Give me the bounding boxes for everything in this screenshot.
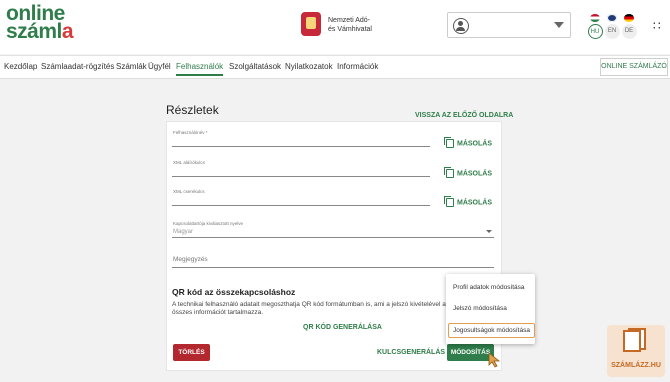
- flag-hu-icon: [590, 14, 600, 22]
- modify-button[interactable]: MÓDOSÍTÁS: [447, 344, 494, 361]
- document-icon: [623, 330, 641, 352]
- key-generate-button[interactable]: KULCSGENERÁLÁS: [377, 349, 445, 356]
- delete-button[interactable]: TÖRLÉS: [173, 344, 210, 361]
- lang-de[interactable]: DE: [619, 14, 639, 39]
- menu-item-nyilatkozatok[interactable]: Nyilatkozatok: [285, 62, 333, 71]
- menu-item-szamlaadat[interactable]: Számlaadat-rögzítés: [41, 62, 114, 71]
- modify-dropdown-menu: Profil adatok módosítása Jelszó módosítá…: [446, 274, 535, 344]
- copy-username-button[interactable]: MÁSOLÁS: [444, 137, 492, 148]
- qr-section-title: QR kód az összekapcsoláshoz: [172, 287, 296, 297]
- copy-xml-replace-button[interactable]: MÁSOLÁS: [444, 196, 492, 207]
- menu-item-permissions-edit[interactable]: Jogosultságok módosítása: [448, 323, 535, 338]
- menu-item-password-edit[interactable]: Jelszó módosítása: [453, 305, 507, 312]
- mouse-cursor-icon: [488, 352, 501, 368]
- back-link[interactable]: VISSZA AZ ELŐZŐ OLDALRA: [415, 112, 513, 119]
- menu-item-kezdolap[interactable]: Kezdőlap: [4, 62, 37, 71]
- language-select[interactable]: Kapcsolattartója kiválasztott nyelve Mag…: [172, 221, 494, 238]
- szamlazz-badge: SZÁMLÁZZ.HU: [607, 325, 665, 377]
- nav-crest-icon: [301, 12, 321, 36]
- menu-item-felhasznalok[interactable]: Felhasználók: [176, 62, 224, 76]
- menu-item-informaciok[interactable]: Információk: [337, 62, 378, 71]
- chevron-down-icon: [486, 230, 492, 233]
- page-title: Részletek: [166, 103, 219, 117]
- copy-xml-sign-button[interactable]: MÁSOLÁS: [444, 167, 492, 178]
- copy-icon: [444, 196, 454, 207]
- flag-en-icon: [607, 14, 617, 22]
- copy-icon: [444, 137, 454, 148]
- flag-de-icon: [624, 14, 634, 22]
- online-szamla-logo[interactable]: online számla: [6, 3, 74, 43]
- xml-sign-key-field[interactable]: XML aláírókulcs: [172, 160, 430, 177]
- xml-replace-key-field[interactable]: XML cserekulcs: [172, 189, 430, 206]
- note-field[interactable]: Megjegyzés: [172, 255, 494, 268]
- menu-item-szamlak[interactable]: Számlák: [116, 62, 147, 71]
- user-icon: [453, 18, 469, 34]
- rss-icon[interactable]: ∷: [653, 19, 661, 33]
- logo-line-2: számla: [6, 20, 74, 43]
- qr-description: A technikai felhasználó adatait megoszth…: [172, 301, 450, 316]
- chevron-down-icon: [554, 22, 564, 28]
- username-field[interactable]: Felhasználónév *: [172, 130, 430, 147]
- qr-generate-button[interactable]: QR KÓD GENERÁLÁSA: [303, 324, 382, 331]
- top-bar: online számla Nemzeti Adó- és Vámhivatal…: [0, 0, 670, 54]
- online-szamlazo-button[interactable]: ONLINE SZÁMLÁZÓ: [600, 58, 668, 76]
- menu-item-ugyfel[interactable]: Ügyfél: [148, 62, 171, 71]
- user-select[interactable]: [447, 12, 571, 38]
- main-menu: Kezdőlap Számlaadat-rögzítés Számlák Ügy…: [0, 55, 670, 79]
- agency-name: Nemzeti Adó- és Vámhivatal: [328, 17, 372, 33]
- menu-item-szolgaltatasok[interactable]: Szolgáltatások: [229, 62, 281, 71]
- menu-item-profile-edit[interactable]: Profil adatok módosítása: [453, 284, 525, 291]
- copy-icon: [444, 167, 454, 178]
